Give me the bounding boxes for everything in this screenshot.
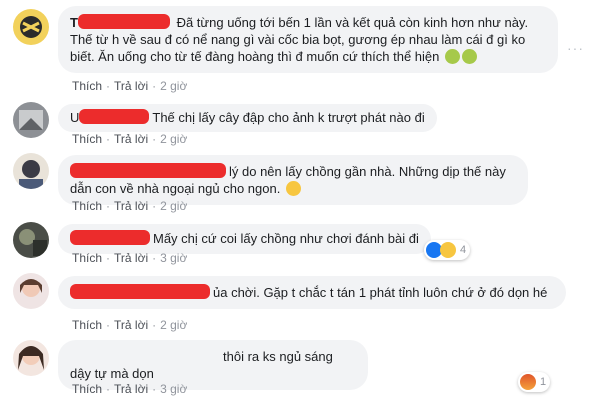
comment-bubble: ủa chời. Gặp t chắc t tán 1 phát tỉnh lu… [58,276,566,309]
comment-text: ủa chời. Gặp t chắc t tán 1 phát tỉnh lu… [213,285,548,300]
avatar[interactable] [13,222,49,258]
comment-bubble: U Thế chị lấy cây đập cho ảnh k trượt phá… [58,104,437,132]
angry-reaction-icon [520,374,536,390]
redacted-name [70,348,220,363]
redacted-name [70,230,150,245]
sick-face-icon [445,49,461,64]
reaction-summary[interactable]: 1 [518,372,551,392]
comment-bubble: lý do nên lấy chồng gần nhà. Những dịp t… [58,155,528,205]
like-link[interactable]: Thích [72,132,102,146]
like-link[interactable]: Thích [72,318,102,332]
reply-link[interactable]: Trả lời [114,199,148,213]
avatar[interactable] [13,153,49,189]
separator: · [106,382,111,396]
like-link[interactable]: Thích [72,79,102,93]
separator: · [152,199,157,213]
reaction-count: 1 [540,376,547,388]
like-link[interactable]: Thích [72,251,102,265]
separator: · [152,79,157,93]
redacted-name [70,163,226,178]
reply-link[interactable]: Trả lời [114,382,148,396]
like-link[interactable]: Thích [72,382,102,396]
haha-reaction-icon [440,242,456,258]
grinning-face-icon [285,181,301,196]
separator: · [106,79,111,93]
timestamp[interactable]: 3 giờ [160,382,187,396]
like-link[interactable]: Thích [72,199,102,213]
redacted-name [79,109,150,124]
reply-link[interactable]: Trả lời [114,79,148,93]
separator: · [106,132,111,146]
comment-text: Thế chị lấy cây đập cho ảnh k trượt phát… [152,110,425,125]
reaction-summary[interactable]: 4 [424,240,471,260]
reply-link[interactable]: Trả lời [114,318,148,332]
timestamp[interactable]: 3 giờ [160,251,187,265]
separator: · [152,132,157,146]
reaction-count: 4 [460,244,467,256]
separator: · [152,382,157,396]
timestamp[interactable]: 2 giờ [160,318,187,332]
separator: · [106,251,111,265]
nauseated-face-icon [462,49,478,64]
timestamp[interactable]: 2 giờ [160,199,187,213]
separator: · [152,251,157,265]
comment-bubble: T Đã từng uống tới bến 1 lần và kết quả … [58,6,558,73]
reply-link[interactable]: Trả lời [114,132,148,146]
avatar[interactable] [13,9,49,45]
avatar[interactable] [13,102,49,138]
redacted-name [77,14,170,29]
separator: · [152,318,157,332]
timestamp[interactable]: 2 giờ [160,79,187,93]
avatar[interactable] [13,340,49,376]
separator: · [106,318,111,332]
more-horizontal-icon[interactable]: ··· [567,40,584,56]
comment-bubble: Mấy chị cứ coi lấy chồng như chơi đánh b… [58,224,431,254]
comment-text: Mấy chị cứ coi lấy chồng như chơi đánh b… [153,231,419,246]
author-name[interactable]: U [70,110,79,125]
author-name[interactable]: T [70,15,78,30]
avatar[interactable] [13,273,49,309]
separator: · [106,199,111,213]
redacted-name [70,284,210,299]
timestamp[interactable]: 2 giờ [160,132,187,146]
reply-link[interactable]: Trả lời [114,251,148,265]
